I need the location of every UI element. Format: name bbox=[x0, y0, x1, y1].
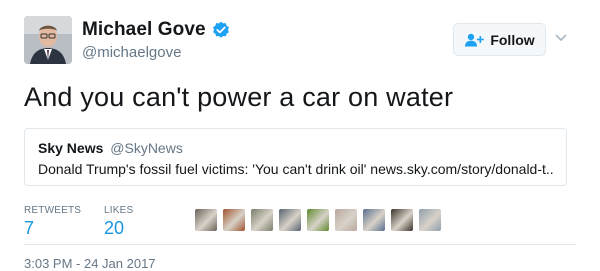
quoted-author-handle: @SkyNews bbox=[110, 140, 183, 156]
liker-avatar[interactable] bbox=[363, 209, 385, 231]
liker-avatars bbox=[195, 209, 447, 231]
retweets-stat[interactable]: RETWEETS 7 bbox=[24, 205, 81, 239]
likes-count: 20 bbox=[104, 218, 125, 238]
liker-avatar[interactable] bbox=[223, 209, 245, 231]
add-person-icon bbox=[465, 33, 485, 46]
divider bbox=[24, 244, 576, 245]
liker-avatar[interactable] bbox=[279, 209, 301, 231]
author-name[interactable]: Michael Gove bbox=[82, 19, 206, 41]
liker-avatar[interactable] bbox=[195, 209, 217, 231]
liker-avatar[interactable] bbox=[307, 209, 329, 231]
liker-avatar[interactable] bbox=[391, 209, 413, 231]
follow-label: Follow bbox=[490, 31, 535, 48]
likes-label: LIKES bbox=[104, 205, 134, 216]
tweet-text: And you can't power a car on water bbox=[24, 82, 454, 112]
liker-avatar[interactable] bbox=[335, 209, 357, 231]
author-info: Michael Gove @michaelgove bbox=[82, 19, 230, 61]
quoted-tweet-text: Donald Trump's fossil fuel victims: 'You… bbox=[38, 161, 553, 177]
quoted-author-name: Sky News bbox=[38, 140, 104, 156]
verified-badge-icon bbox=[212, 21, 230, 39]
tweet-card: Michael Gove @michaelgove Follow And you… bbox=[0, 0, 600, 271]
quoted-tweet[interactable]: Sky News @SkyNews Donald Trump's fossil … bbox=[24, 128, 567, 186]
tweet-timestamp[interactable]: 3:03 PM - 24 Jan 2017 bbox=[24, 256, 156, 271]
liker-avatar[interactable] bbox=[419, 209, 441, 231]
likes-stat[interactable]: LIKES 20 bbox=[104, 205, 133, 239]
author-avatar[interactable] bbox=[24, 16, 72, 64]
author-handle[interactable]: @michaelgove bbox=[82, 44, 230, 61]
liker-avatar[interactable] bbox=[251, 209, 273, 231]
follow-button[interactable]: Follow bbox=[453, 23, 546, 56]
retweets-label: RETWEETS bbox=[24, 205, 82, 216]
retweets-count: 7 bbox=[24, 218, 35, 238]
chevron-down-icon[interactable] bbox=[555, 33, 567, 43]
